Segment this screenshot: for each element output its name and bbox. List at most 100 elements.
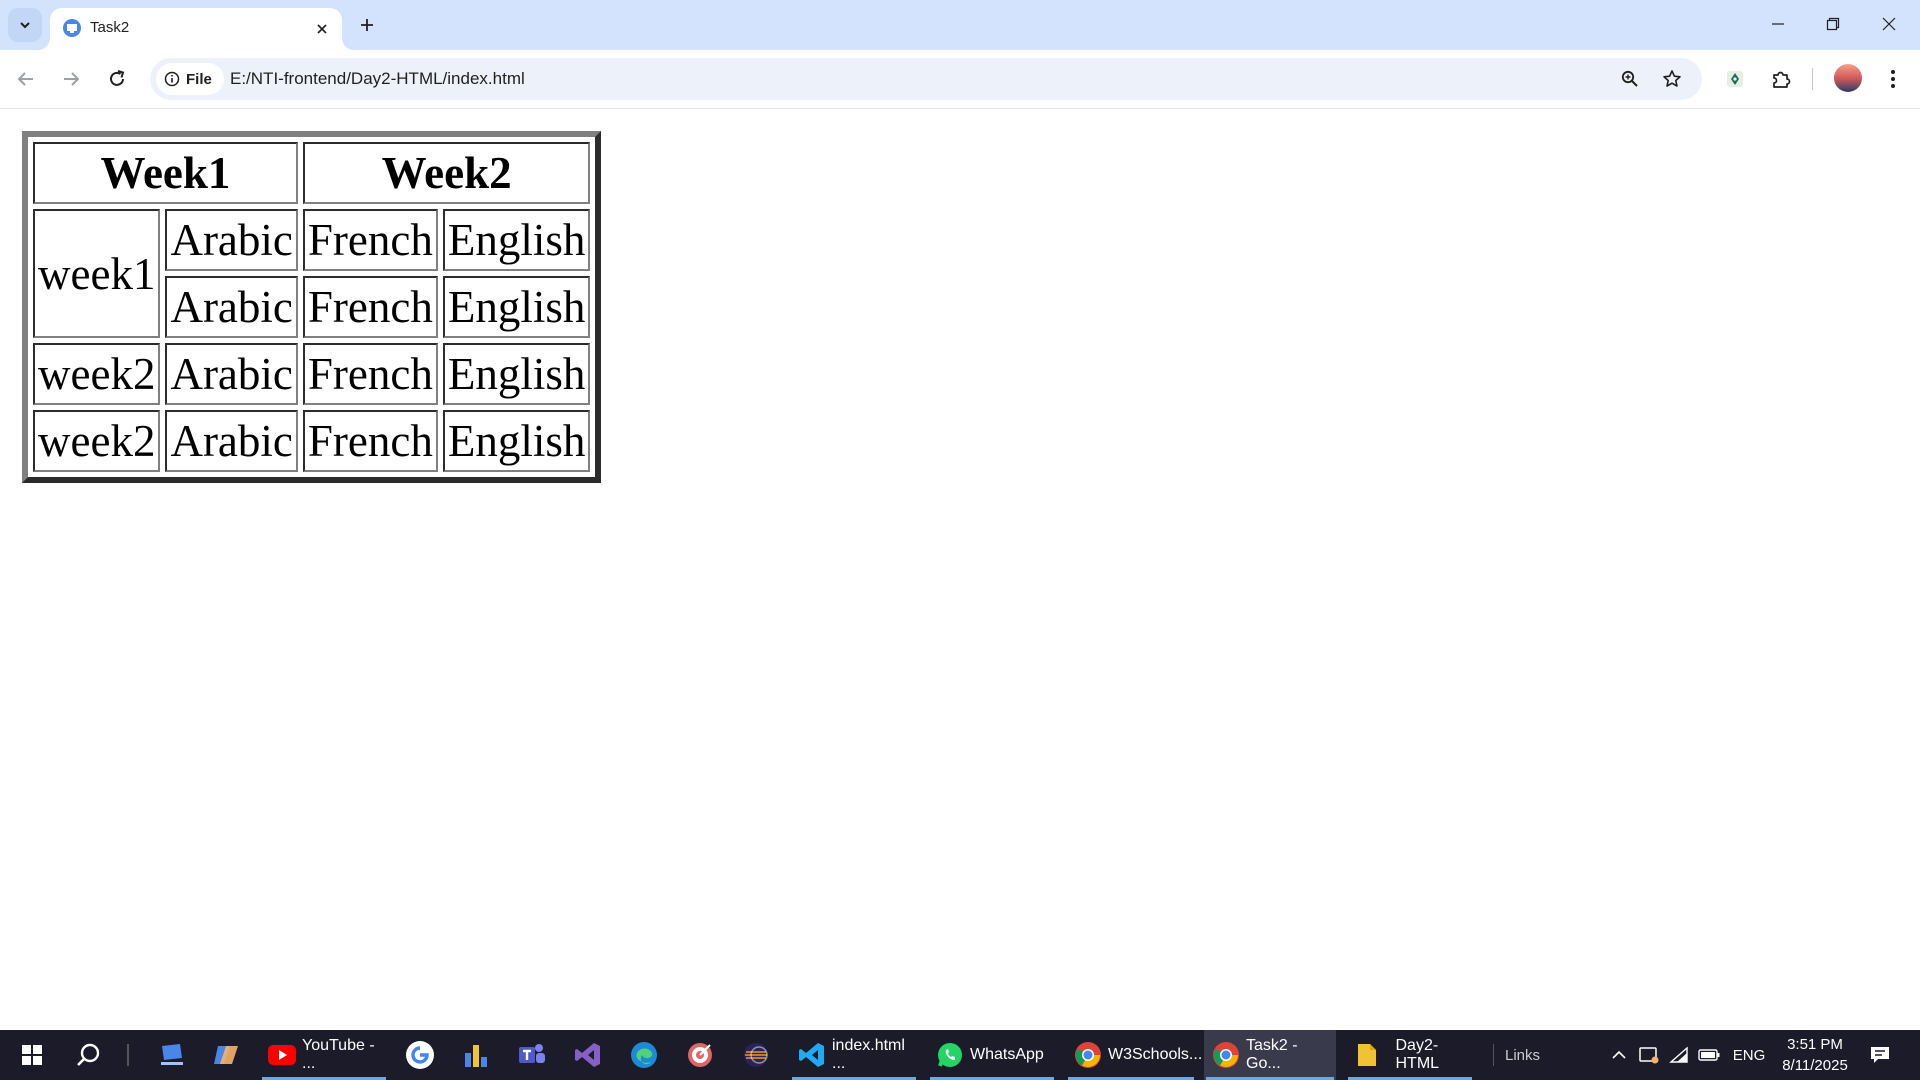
chevron-up-icon	[1612, 1050, 1626, 1059]
zoom-button[interactable]	[1616, 65, 1644, 93]
tray-battery[interactable]	[1696, 1030, 1722, 1080]
taskbar-divider	[127, 1044, 129, 1066]
taskbar-item-label: W3Schools...	[1108, 1046, 1203, 1063]
taskbar-app-vscode[interactable]: index.html ...	[790, 1030, 918, 1080]
url-text[interactable]: E:/NTI-frontend/Day2-HTML/index.html	[230, 69, 525, 89]
search-icon	[77, 1043, 100, 1066]
table-cell: French	[302, 209, 438, 271]
taskbar-app-whatsapp[interactable]: WhatsApp	[928, 1030, 1056, 1080]
zoom-icon	[1621, 70, 1638, 87]
taskbar-app-copilot[interactable]	[204, 1030, 248, 1080]
start-button[interactable]	[8, 1030, 56, 1080]
tray-clock[interactable]: 3:51 PM 8/11/2025	[1770, 1034, 1860, 1076]
extension-button[interactable]	[1719, 63, 1751, 95]
notification-icon	[1871, 1047, 1889, 1063]
arrow-right-icon	[64, 72, 80, 86]
table-row: week1 Arabic French English	[33, 209, 591, 338]
eclipse-icon	[744, 1043, 768, 1067]
table-cell: English	[442, 410, 591, 472]
language-label: ENG	[1732, 1046, 1766, 1064]
browser-toolbar: File E:/NTI-frontend/Day2-HTML/index.htm…	[0, 50, 1920, 109]
more-vert-icon	[1891, 70, 1895, 88]
bar-chart-icon	[465, 1045, 487, 1067]
taskbar-app-chrome-task2[interactable]: Task2 - Go...	[1204, 1030, 1336, 1080]
back-button[interactable]	[8, 61, 44, 97]
taskbar-item-label: Task2 - Go...	[1246, 1037, 1298, 1072]
tray-meet-now[interactable]	[1636, 1030, 1662, 1080]
taskbar-app-charts[interactable]	[454, 1030, 498, 1080]
header-week1: Week1	[33, 142, 298, 204]
edge-icon	[631, 1042, 657, 1068]
table-cell: Arabic	[165, 209, 298, 271]
taskbar-search-button[interactable]	[64, 1030, 112, 1080]
links-label: Links	[1505, 1046, 1541, 1064]
restore-button[interactable]	[1806, 4, 1860, 44]
row-label: week2	[33, 343, 161, 405]
table-cell: French	[302, 276, 438, 338]
vscode-icon	[798, 1041, 826, 1069]
table-row: week2 Arabic French English	[33, 410, 591, 472]
forward-button[interactable]	[53, 61, 89, 97]
table-cell: Arabic	[165, 343, 298, 405]
site-info-chip[interactable]: File	[156, 63, 224, 95]
table-cell: Arabic	[165, 410, 298, 472]
taskbar-app-teams[interactable]	[510, 1030, 554, 1080]
tab-close-button[interactable]	[310, 17, 334, 41]
reload-button[interactable]	[99, 61, 135, 97]
teams-icon	[519, 1044, 545, 1063]
taskbar-item-label: WhatsApp	[970, 1046, 1044, 1063]
minimize-button[interactable]	[1751, 4, 1805, 44]
visual-studio-icon	[575, 1043, 600, 1067]
table-cell: English	[442, 209, 591, 271]
copilot-icon	[214, 1046, 238, 1064]
row-label: week1	[33, 209, 161, 338]
tab-title: Task2	[90, 19, 130, 36]
chevron-down-icon	[20, 22, 30, 29]
youtube-icon	[268, 1041, 296, 1069]
links-toolbar[interactable]: Links	[1505, 1030, 1555, 1080]
taskbar-app-desktop[interactable]	[150, 1030, 194, 1080]
taskbar-app-youtube[interactable]: YouTube - ...	[260, 1030, 388, 1080]
profile-avatar[interactable]	[1834, 64, 1862, 92]
taskbar-app-eclipse[interactable]	[734, 1030, 778, 1080]
clock-time: 3:51 PM	[1787, 1036, 1843, 1053]
new-tab-button[interactable]	[352, 10, 382, 40]
taskbar-app-target[interactable]	[678, 1030, 722, 1080]
page-favicon-icon	[63, 19, 81, 37]
taskbar-app-visual-studio[interactable]	[566, 1030, 610, 1080]
table-cell: French	[302, 410, 438, 472]
taskbar-item-label: YouTube - ...	[302, 1037, 375, 1072]
tab-search-button[interactable]	[8, 8, 42, 42]
toolbar-divider	[1812, 68, 1813, 90]
taskbar-app-google[interactable]	[398, 1030, 442, 1080]
table-cell: Arabic	[165, 276, 298, 338]
browser-menu-button[interactable]	[1877, 63, 1909, 95]
taskbar-item-label: Day2-HTML	[1395, 1037, 1440, 1072]
table-header-row: Week1 Week2	[33, 142, 591, 204]
extensions-menu-button[interactable]	[1765, 63, 1797, 95]
tray-language[interactable]: ENG	[1731, 1030, 1767, 1080]
taskbar-app-chrome-w3schools[interactable]: W3Schools...	[1066, 1030, 1202, 1080]
table-cell: English	[442, 343, 591, 405]
taskbar-app-edge[interactable]	[622, 1030, 666, 1080]
tab-task2[interactable]: Task2	[50, 8, 342, 50]
folder-icon	[1354, 1041, 1379, 1069]
chrome-icon	[1074, 1041, 1102, 1069]
desktop-icon	[161, 1044, 183, 1065]
header-week2: Week2	[302, 142, 591, 204]
windows-taskbar: YouTube - ... index.html ... WhatsApp W3…	[0, 1030, 1920, 1080]
tray-network[interactable]	[1666, 1030, 1692, 1080]
plus-icon	[361, 19, 373, 31]
bookmark-button[interactable]	[1658, 65, 1686, 93]
site-chip-label: File	[186, 70, 212, 88]
table-cell: French	[302, 343, 438, 405]
windows-logo-icon	[22, 1045, 42, 1065]
row-label: week2	[33, 410, 161, 472]
address-bar[interactable]: File E:/NTI-frontend/Day2-HTML/index.htm…	[150, 58, 1702, 100]
battery-icon	[1698, 1049, 1720, 1061]
schedule-table: Week1 Week2 week1 Arabic French English …	[22, 131, 602, 483]
show-hidden-icons-button[interactable]	[1606, 1030, 1632, 1080]
notification-center-button[interactable]	[1862, 1030, 1898, 1080]
close-window-button[interactable]	[1862, 4, 1916, 44]
taskbar-app-file-explorer[interactable]: Day2-HTML	[1346, 1030, 1474, 1080]
